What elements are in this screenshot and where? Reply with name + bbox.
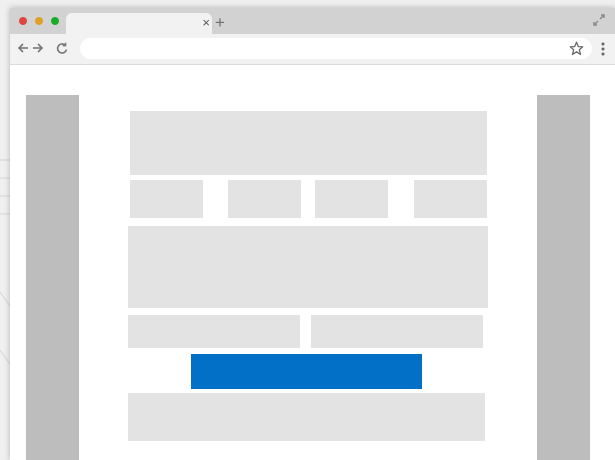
footer-placeholder <box>128 393 485 441</box>
reload-icon[interactable] <box>56 42 69 55</box>
input-field-placeholder[interactable] <box>128 315 300 348</box>
new-tab-button[interactable]: + <box>215 14 225 31</box>
right-sidebar <box>537 95 590 460</box>
header-banner-placeholder <box>130 111 487 175</box>
back-arrow-icon[interactable] <box>18 43 29 53</box>
expand-icon[interactable] <box>593 14 605 26</box>
minimize-window-button[interactable] <box>35 17 43 25</box>
star-icon[interactable] <box>569 41 584 56</box>
address-bar[interactable] <box>80 38 592 59</box>
nav-item-placeholder[interactable] <box>228 180 301 218</box>
nav-item-placeholder[interactable] <box>315 180 388 218</box>
zoom-window-button[interactable] <box>51 17 59 25</box>
nav-item-placeholder[interactable] <box>130 180 203 218</box>
kebab-menu-icon[interactable] <box>601 42 605 56</box>
left-sidebar <box>26 95 79 460</box>
forward-arrow-icon[interactable] <box>32 43 43 53</box>
page-content <box>10 65 615 460</box>
main-content-placeholder <box>128 226 488 308</box>
browser-toolbar <box>10 34 615 65</box>
input-field-placeholder[interactable] <box>311 315 483 348</box>
primary-action-button[interactable] <box>191 354 422 389</box>
tab-close-icon[interactable]: × <box>202 16 210 30</box>
nav-item-placeholder[interactable] <box>414 180 487 218</box>
browser-window: × + <box>10 8 615 460</box>
browser-tab[interactable]: × <box>66 13 212 34</box>
title-bar: × + <box>10 8 615 34</box>
close-window-button[interactable] <box>19 17 27 25</box>
